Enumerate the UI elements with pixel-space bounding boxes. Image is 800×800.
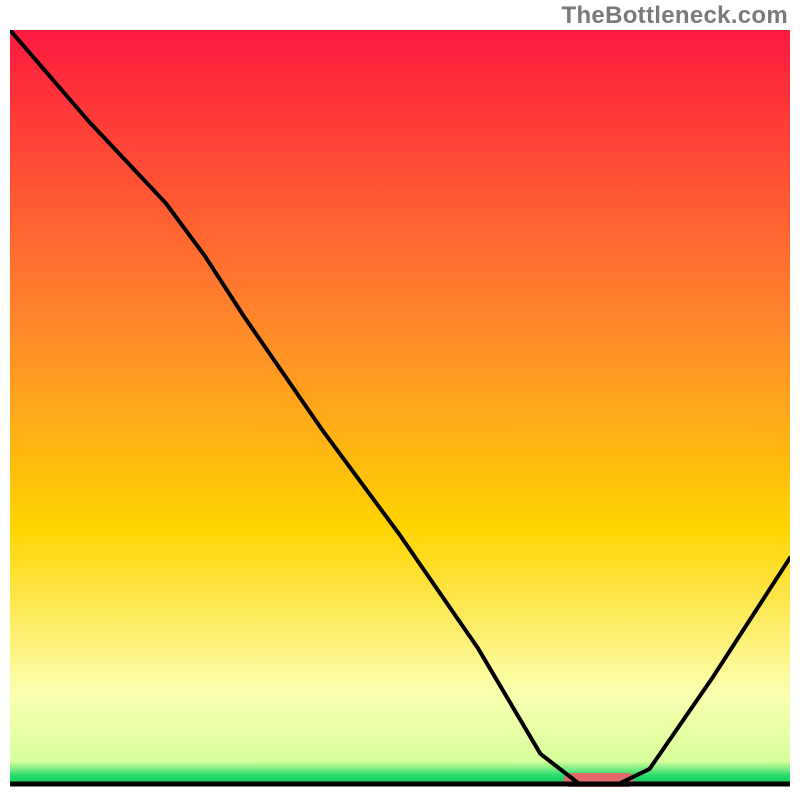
watermark-label: TheBottleneck.com <box>562 2 788 30</box>
bottleneck-chart <box>10 30 790 790</box>
chart-svg <box>10 30 790 790</box>
gradient-background <box>10 30 790 784</box>
